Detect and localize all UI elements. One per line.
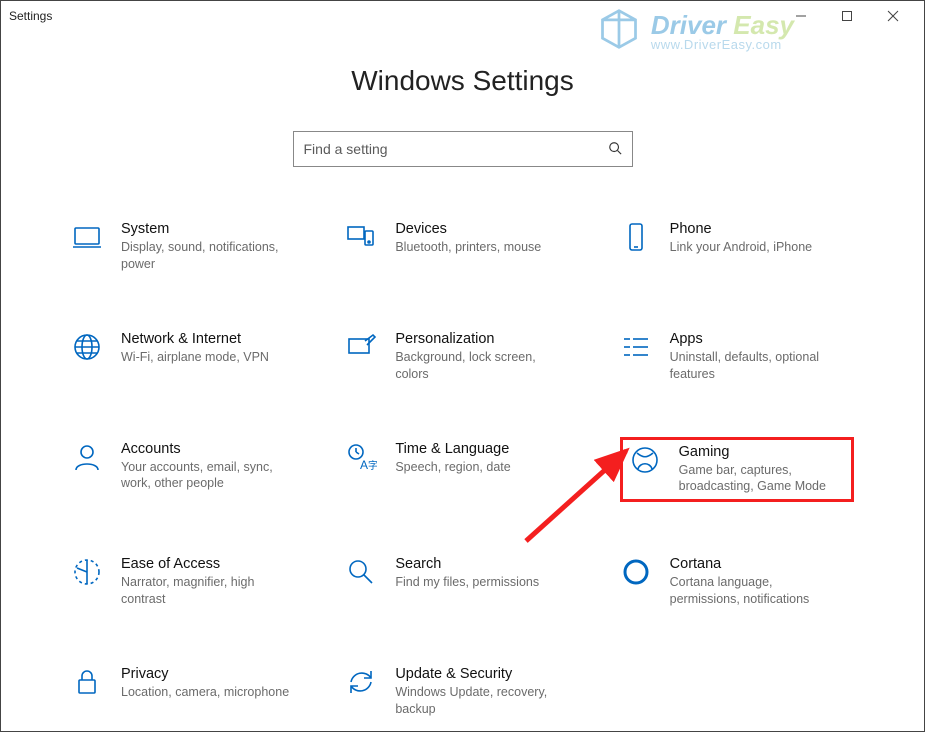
update-icon (345, 666, 377, 698)
tile-desc: Wi-Fi, airplane mode, VPN (121, 349, 269, 366)
devices-icon (345, 221, 377, 253)
magnifier-icon (345, 556, 377, 588)
tile-desc: Your accounts, email, sync, work, other … (121, 459, 291, 493)
tile-desc: Display, sound, notifications, power (121, 239, 291, 273)
globe-icon (71, 331, 103, 363)
ease-icon (71, 556, 103, 588)
paint-icon (345, 331, 377, 363)
close-button[interactable] (870, 1, 916, 31)
tile-time-language[interactable]: A字 Time & Language Speech, region, date (345, 437, 579, 503)
tile-phone[interactable]: Phone Link your Android, iPhone (620, 217, 854, 277)
tile-desc: Windows Update, recovery, backup (395, 684, 565, 718)
tile-desc: Bluetooth, printers, mouse (395, 239, 541, 256)
page-title: Windows Settings (1, 65, 924, 97)
minimize-button[interactable] (778, 1, 824, 31)
tile-apps[interactable]: Apps Uninstall, defaults, optional featu… (620, 327, 854, 387)
tile-privacy[interactable]: Privacy Location, camera, microphone (71, 662, 305, 722)
tile-title: Cortana (670, 556, 840, 572)
search-input[interactable]: Find a setting (293, 131, 633, 167)
tile-desc: Speech, region, date (395, 459, 510, 476)
tile-title: Search (395, 556, 539, 572)
cortana-icon (620, 556, 652, 588)
tile-title: Apps (670, 331, 840, 347)
system-icon (71, 221, 103, 253)
tile-title: Accounts (121, 441, 291, 457)
search-icon (608, 141, 622, 158)
tile-title: Time & Language (395, 441, 510, 457)
tile-search[interactable]: Search Find my files, permissions (345, 552, 579, 612)
tile-title: Privacy (121, 666, 289, 682)
settings-grid: System Display, sound, notifications, po… (71, 217, 854, 722)
person-icon (71, 441, 103, 473)
tile-ease-of-access[interactable]: Ease of Access Narrator, magnifier, high… (71, 552, 305, 612)
time-language-icon: A字 (345, 441, 377, 473)
tile-system[interactable]: System Display, sound, notifications, po… (71, 217, 305, 277)
tile-desc: Uninstall, defaults, optional features (670, 349, 840, 383)
tile-gaming[interactable]: Gaming Game bar, captures, broadcasting,… (620, 437, 854, 503)
tile-desc: Location, camera, microphone (121, 684, 289, 701)
tile-desc: Link your Android, iPhone (670, 239, 812, 256)
svg-text:字: 字 (368, 459, 377, 472)
maximize-button[interactable] (824, 1, 870, 31)
tile-title: System (121, 221, 291, 237)
tile-desc: Game bar, captures, broadcasting, Game M… (679, 462, 845, 496)
tile-update-security[interactable]: Update & Security Windows Update, recove… (345, 662, 579, 722)
tile-personalization[interactable]: Personalization Background, lock screen,… (345, 327, 579, 387)
tile-desc: Background, lock screen, colors (395, 349, 565, 383)
search-placeholder: Find a setting (304, 141, 608, 157)
watermark-url: www.DriverEasy.com (651, 38, 794, 51)
tile-cortana[interactable]: Cortana Cortana language, permissions, n… (620, 552, 854, 612)
tile-title: Ease of Access (121, 556, 291, 572)
tile-accounts[interactable]: Accounts Your accounts, email, sync, wor… (71, 437, 305, 503)
xbox-icon (629, 444, 661, 476)
window-title: Settings (9, 9, 52, 23)
titlebar: Settings (1, 1, 924, 31)
tile-title: Devices (395, 221, 541, 237)
tile-network[interactable]: Network & Internet Wi-Fi, airplane mode,… (71, 327, 305, 387)
tile-title: Personalization (395, 331, 565, 347)
tile-desc: Narrator, magnifier, high contrast (121, 574, 291, 608)
phone-icon (620, 221, 652, 253)
tile-title: Gaming (679, 444, 845, 460)
tile-desc: Cortana language, permissions, notificat… (670, 574, 840, 608)
lock-icon (71, 666, 103, 698)
svg-text:A: A (360, 458, 368, 472)
tile-title: Update & Security (395, 666, 565, 682)
tile-desc: Find my files, permissions (395, 574, 539, 591)
apps-icon (620, 331, 652, 363)
tile-devices[interactable]: Devices Bluetooth, printers, mouse (345, 217, 579, 277)
tile-title: Network & Internet (121, 331, 269, 347)
tile-title: Phone (670, 221, 812, 237)
